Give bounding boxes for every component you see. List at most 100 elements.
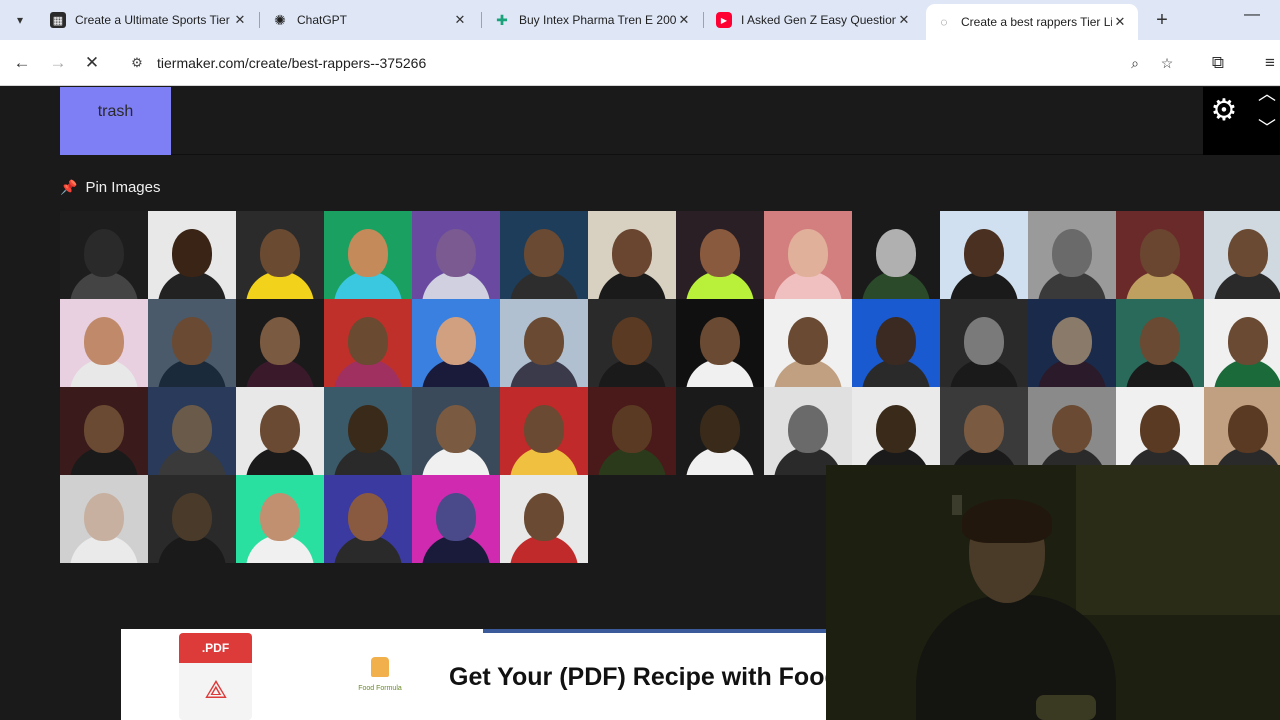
- tile-figure-head: [788, 229, 828, 277]
- rapper-image-tile[interactable]: [236, 387, 324, 475]
- rapper-image-tile[interactable]: [588, 299, 676, 387]
- rapper-image-tile[interactable]: [940, 211, 1028, 299]
- rapper-image-tile[interactable]: [1204, 387, 1280, 475]
- rapper-image-tile[interactable]: [1028, 387, 1116, 475]
- new-tab-icon[interactable]: +: [1150, 8, 1174, 32]
- close-tab-icon[interactable]: ✕: [896, 12, 912, 28]
- tile-figure-head: [1140, 317, 1180, 365]
- rapper-image-tile[interactable]: [412, 387, 500, 475]
- tab-sports-tier[interactable]: ▦ Create a Ultimate Sports Tier ✕: [40, 6, 258, 34]
- rapper-image-tile[interactable]: [148, 475, 236, 563]
- close-tab-icon[interactable]: ✕: [676, 12, 692, 28]
- food-formula-logo: Food Formula: [357, 657, 403, 701]
- site-info-icon[interactable]: ⚙: [128, 54, 146, 72]
- rapper-image-tile[interactable]: [236, 211, 324, 299]
- tab-youtube[interactable]: ▶ I Asked Gen Z Easy Question ✕: [706, 6, 922, 34]
- rapper-image-tile[interactable]: [412, 211, 500, 299]
- rapper-image-tile[interactable]: [60, 211, 148, 299]
- rapper-image-tile[interactable]: [324, 299, 412, 387]
- tile-figure-head: [436, 317, 476, 365]
- tier-row[interactable]: trash: [60, 87, 1203, 155]
- rapper-image-tile[interactable]: [324, 475, 412, 563]
- webcam-picture-frame: [952, 495, 962, 515]
- tile-figure-head: [260, 229, 300, 277]
- stop-loading-icon[interactable]: ✕: [80, 51, 104, 75]
- tile-figure-head: [700, 317, 740, 365]
- rapper-image-tile[interactable]: [412, 299, 500, 387]
- close-tab-icon[interactable]: ✕: [232, 12, 248, 28]
- advertisement-banner[interactable]: .PDF ⟁ Food Formula Get Your (PDF) Recip…: [121, 629, 827, 720]
- tier-settings-panel: ⚙ ︿ ﹀: [1203, 87, 1280, 155]
- reading-list-icon[interactable]: ≡: [1258, 51, 1280, 75]
- minimize-icon[interactable]: —: [1244, 6, 1260, 24]
- tile-figure-head: [876, 405, 916, 453]
- rapper-image-tile[interactable]: [60, 475, 148, 563]
- url-text[interactable]: tiermaker.com/create/best-rappers--37526…: [157, 55, 426, 71]
- rapper-image-tile[interactable]: [852, 211, 940, 299]
- rapper-image-tile[interactable]: [500, 211, 588, 299]
- rapper-image-tile[interactable]: [676, 211, 764, 299]
- zoom-icon[interactable]: ⌕: [1125, 53, 1145, 73]
- rapper-image-tile[interactable]: [500, 475, 588, 563]
- rapper-image-tile[interactable]: [148, 211, 236, 299]
- rapper-image-tile[interactable]: [1204, 299, 1280, 387]
- tile-figure-head: [964, 405, 1004, 453]
- rapper-image-tile[interactable]: [764, 387, 852, 475]
- rapper-image-tile[interactable]: [148, 387, 236, 475]
- address-bar[interactable]: ⚙ tiermaker.com/create/best-rappers--375…: [120, 46, 1190, 80]
- tile-figure-head: [260, 317, 300, 365]
- rapper-image-tile[interactable]: [236, 475, 324, 563]
- bookmark-star-icon[interactable]: ☆: [1157, 53, 1177, 73]
- rapper-image-tile[interactable]: [764, 299, 852, 387]
- rapper-image-tile[interactable]: [1116, 211, 1204, 299]
- tab-search-icon[interactable]: ▾: [8, 8, 32, 32]
- rapper-image-tile[interactable]: [764, 211, 852, 299]
- back-icon[interactable]: ←: [10, 51, 34, 75]
- gear-icon[interactable]: ⚙: [1209, 94, 1239, 127]
- rapper-image-tile[interactable]: [324, 387, 412, 475]
- tab-separator: [259, 12, 260, 28]
- rapper-image-tile[interactable]: [1116, 299, 1204, 387]
- tile-figure-head: [612, 317, 652, 365]
- rapper-image-tile[interactable]: [940, 299, 1028, 387]
- tab-best-rappers[interactable]: ◌ Create a best rappers Tier Li ✕: [926, 4, 1138, 40]
- forward-icon[interactable]: →: [46, 51, 70, 75]
- rapper-image-tile[interactable]: [940, 387, 1028, 475]
- rapper-image-tile[interactable]: [1028, 211, 1116, 299]
- tab-pharma[interactable]: ✚ Buy Intex Pharma Tren E 200 ✕: [484, 6, 702, 34]
- ad-headline[interactable]: Get Your (PDF) Recipe with Food: [449, 663, 827, 692]
- webcam-background-wall: [1076, 465, 1280, 615]
- rapper-image-tile[interactable]: [1204, 211, 1280, 299]
- extensions-icon[interactable]: ⧉: [1206, 51, 1230, 75]
- rapper-image-tile[interactable]: [588, 387, 676, 475]
- rapper-image-tile[interactable]: [60, 299, 148, 387]
- chevron-up-icon[interactable]: ︿: [1255, 87, 1279, 104]
- tile-figure-head: [876, 229, 916, 277]
- rapper-image-tile[interactable]: [676, 387, 764, 475]
- rapper-image-tile[interactable]: [412, 475, 500, 563]
- rapper-image-tile[interactable]: [588, 211, 676, 299]
- rapper-image-tile[interactable]: [852, 387, 940, 475]
- rapper-image-tile[interactable]: [236, 299, 324, 387]
- close-tab-icon[interactable]: ✕: [452, 12, 468, 28]
- tier-label[interactable]: trash: [60, 87, 171, 155]
- pin-images-header[interactable]: 📌 Pin Images: [60, 179, 160, 196]
- rapper-image-tile[interactable]: [1028, 299, 1116, 387]
- chef-hat-icon: [371, 657, 389, 677]
- rapper-image-tile[interactable]: [324, 211, 412, 299]
- tile-figure-head: [172, 317, 212, 365]
- tile-figure-head: [436, 493, 476, 541]
- rapper-image-tile[interactable]: [852, 299, 940, 387]
- chevron-down-icon[interactable]: ﹀: [1255, 117, 1279, 138]
- tab-chatgpt[interactable]: ✺ ChatGPT ✕: [262, 6, 478, 34]
- rapper-image-tile[interactable]: [500, 387, 588, 475]
- rapper-image-tile[interactable]: [148, 299, 236, 387]
- rapper-image-tile[interactable]: [500, 299, 588, 387]
- rapper-image-tile[interactable]: [60, 387, 148, 475]
- rapper-image-tile[interactable]: [1116, 387, 1204, 475]
- webcam-lamp: [1036, 695, 1096, 720]
- rapper-image-tile[interactable]: [676, 299, 764, 387]
- tab-title: Create a best rappers Tier Li: [961, 15, 1112, 29]
- close-tab-icon[interactable]: ✕: [1112, 14, 1128, 30]
- tile-figure-head: [788, 405, 828, 453]
